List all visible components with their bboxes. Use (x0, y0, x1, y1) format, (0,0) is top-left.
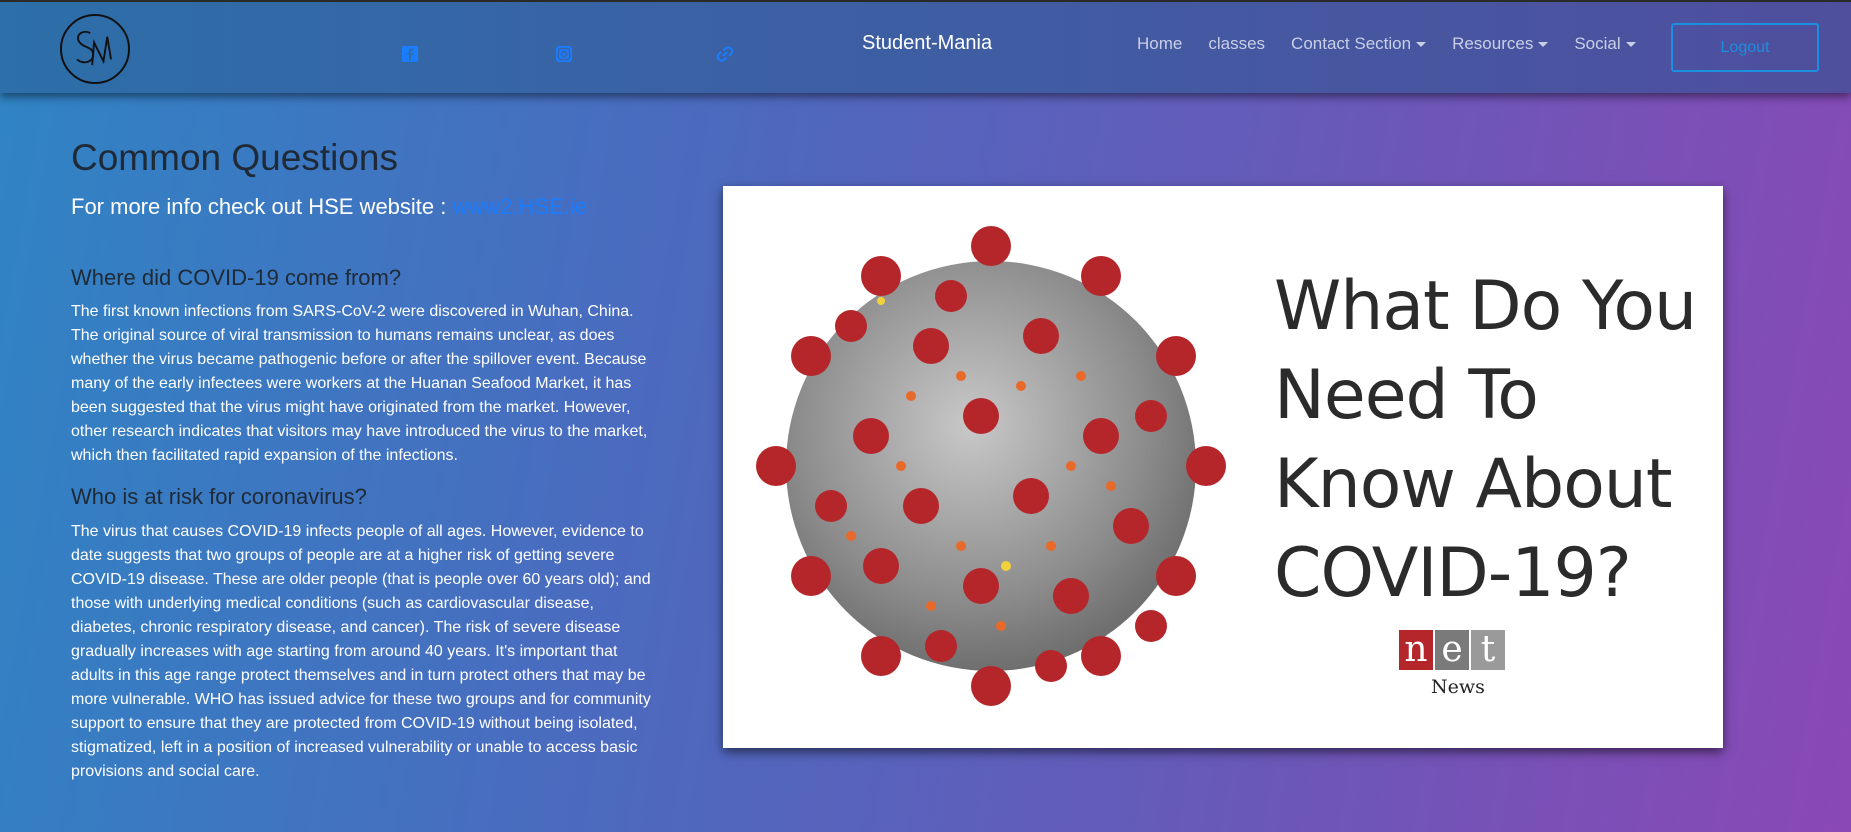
net-news-label: News (1431, 676, 1485, 698)
nav-link-home[interactable]: Home (1137, 34, 1182, 54)
page-title: Common Questions (71, 137, 398, 178)
nav-link-label: Social (1574, 34, 1621, 53)
info-line: For more info check out HSE website : ww… (71, 194, 587, 220)
nav-link-label: classes (1208, 34, 1266, 53)
nav-dropdown-social[interactable]: Social (1574, 34, 1636, 54)
navbar: Student-Mania Home classes Contact Secti… (0, 0, 1851, 93)
coronavirus-illustration (756, 226, 1226, 706)
facebook-icon[interactable] (400, 44, 420, 64)
nav-link-label: Resources (1452, 34, 1534, 53)
site-logo[interactable] (60, 14, 130, 84)
nav-link-classes[interactable]: classes (1208, 34, 1265, 54)
info-prefix: For more info check out HSE website : (71, 194, 453, 219)
caret-down-icon (1538, 42, 1549, 48)
net-letter: t (1471, 630, 1505, 670)
caret-down-icon (1625, 42, 1636, 48)
answer-origin: The first known infections from SARS-CoV… (71, 303, 648, 464)
nav-links: Home classes Contact Section Resources S… (1137, 34, 1662, 54)
nav-link-label: Contact Section (1291, 34, 1412, 53)
logout-button[interactable]: Logout (1671, 23, 1819, 72)
hse-link[interactable]: www2.HSE.ie (453, 194, 587, 219)
brand-name[interactable]: Student-Mania (862, 32, 992, 55)
instagram-icon[interactable] (554, 44, 574, 64)
nav-dropdown-contact[interactable]: Contact Section (1291, 34, 1427, 54)
caret-down-icon (1416, 42, 1427, 48)
net-letter: n (1399, 630, 1433, 670)
link-icon[interactable] (715, 44, 735, 64)
net-letter: e (1435, 630, 1469, 670)
question-heading-risk: Who is at risk for coronavirus? (71, 484, 367, 509)
nav-dropdown-resources[interactable]: Resources (1452, 34, 1549, 54)
net-news-logo: net News (1399, 630, 1505, 698)
covid-info-image: What Do You Need To Know About COVID-19?… (723, 186, 1723, 748)
nav-link-label: Home (1137, 34, 1183, 53)
covid-heading-text: What Do You Need To Know About COVID-19? (1274, 267, 1697, 613)
question-heading-origin: Where did COVID-19 come from? (71, 265, 402, 290)
answer-risk: The virus that causes COVID-19 infects p… (71, 523, 651, 780)
